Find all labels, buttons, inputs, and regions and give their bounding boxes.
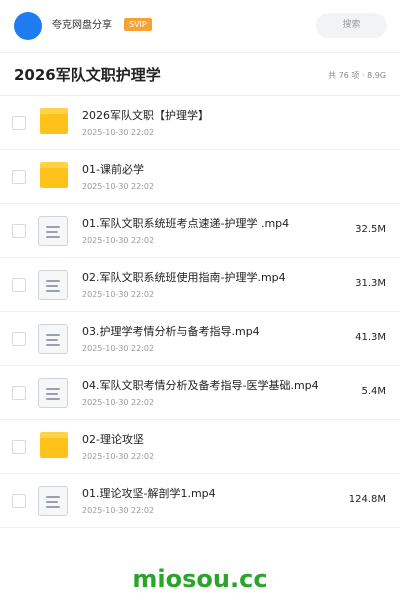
folder-meta: 共 76 项 · 8.9G <box>328 71 386 80</box>
search-input[interactable] <box>316 13 387 38</box>
list-item[interactable]: 04.军队文职考情分析及备考指导-医学基础.mp4 2025-10-30 22:… <box>0 366 400 420</box>
file-size: 31.3M <box>355 278 386 289</box>
file-date: 2025-10-30 22:02 <box>82 452 155 461</box>
file-name: 02-理论攻坚 <box>82 433 144 446</box>
file-date: 2025-10-30 22:02 <box>82 506 155 515</box>
watermark: miosou.cc <box>132 565 268 593</box>
file-name: 04.军队文职考情分析及备考指导-医学基础.mp4 <box>82 379 319 392</box>
file-date: 2025-10-30 22:02 <box>82 182 155 191</box>
list-item[interactable]: 2026军队文职【护理学】 2025-10-30 22:02 <box>0 96 400 150</box>
row-checkbox[interactable] <box>12 278 26 292</box>
file-name: 03.护理学考情分析与备考指导.mp4 <box>82 325 260 338</box>
list-item[interactable]: 01.军队文职系统班考点速递-护理学 .mp4 2025-10-30 22:02… <box>0 204 400 258</box>
file-size: 41.3M <box>355 332 386 343</box>
top-bar: 夸克网盘分享 SVIP <box>0 0 400 52</box>
row-checkbox[interactable] <box>12 494 26 508</box>
row-checkbox[interactable] <box>12 440 26 454</box>
file-date: 2025-10-30 22:02 <box>82 236 155 245</box>
list-item[interactable]: 03.护理学考情分析与备考指导.mp4 2025-10-30 22:02 41.… <box>0 312 400 366</box>
folder-icon <box>38 108 70 140</box>
file-name: 2026军队文职【护理学】 <box>82 109 209 122</box>
folder-icon <box>38 162 70 194</box>
svip-badge: SVIP <box>124 18 152 31</box>
page-title: 2026军队文职护理学 <box>14 66 161 84</box>
file-size: 32.5M <box>355 224 386 235</box>
document-icon <box>38 378 70 410</box>
file-name: 02.军队文职系统班使用指南-护理学.mp4 <box>82 271 286 284</box>
file-date: 2025-10-30 22:02 <box>82 344 155 353</box>
file-date: 2025-10-30 22:02 <box>82 398 155 407</box>
document-icon <box>38 324 70 356</box>
list-item[interactable]: 01.理论攻坚-解剖学1.mp4 2025-10-30 22:02 124.8M <box>0 474 400 528</box>
file-size: 124.8M <box>348 494 386 505</box>
file-name: 01-课前必学 <box>82 163 144 176</box>
row-checkbox[interactable] <box>12 224 26 238</box>
file-list: 2026军队文职【护理学】 2025-10-30 22:02 01-课前必学 2… <box>0 96 400 528</box>
folder-icon <box>38 432 70 464</box>
document-icon <box>38 216 70 248</box>
row-checkbox[interactable] <box>12 170 26 184</box>
file-date: 2025-10-30 22:02 <box>82 290 155 299</box>
row-checkbox[interactable] <box>12 386 26 400</box>
row-checkbox[interactable] <box>12 116 26 130</box>
list-item[interactable]: 02-理论攻坚 2025-10-30 22:02 <box>0 420 400 474</box>
row-checkbox[interactable] <box>12 332 26 346</box>
avatar[interactable] <box>14 12 42 40</box>
file-name: 01.理论攻坚-解剖学1.mp4 <box>82 487 216 500</box>
document-icon <box>38 270 70 302</box>
list-item[interactable]: 01-课前必学 2025-10-30 22:02 <box>0 150 400 204</box>
document-icon <box>38 486 70 518</box>
list-item[interactable]: 02.军队文职系统班使用指南-护理学.mp4 2025-10-30 22:02 … <box>0 258 400 312</box>
folder-header: 2026军队文职护理学 共 76 项 · 8.9G <box>0 53 400 95</box>
user-name: 夸克网盘分享 <box>52 20 112 31</box>
file-name: 01.军队文职系统班考点速递-护理学 .mp4 <box>82 217 290 230</box>
file-size: 5.4M <box>361 386 386 397</box>
file-date: 2025-10-30 22:02 <box>82 128 155 137</box>
